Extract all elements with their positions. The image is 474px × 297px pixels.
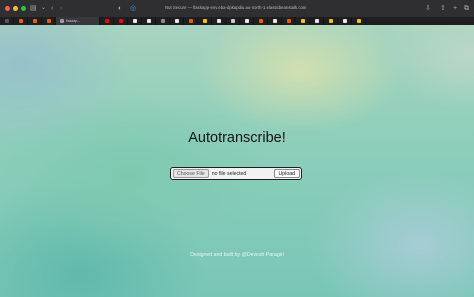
tab-bar: flaskap... [0,17,474,25]
browser-tab[interactable] [184,17,198,25]
window-controls [5,6,26,11]
browser-tab[interactable] [28,17,42,25]
address-bar[interactable]: Not Secure — flaskapp-env.eba-dpkapdiu.a… [165,5,306,10]
browser-tab-title: flaskap... [66,19,81,23]
browser-tab[interactable] [42,17,56,25]
firefox-icon [32,19,37,23]
firefox-icon [18,19,23,23]
tab-icon [188,19,193,23]
tab-icon [146,19,151,23]
browser-tab[interactable] [0,17,14,25]
tab-icon [258,19,263,23]
browser-tab[interactable] [296,17,310,25]
browser-tab[interactable] [226,17,240,25]
tab-icon [286,19,291,23]
tab-icon [272,19,277,23]
shield-icon[interactable]: ◐ [118,5,122,12]
page-icon [60,19,64,23]
browser-tab[interactable] [268,17,282,25]
tab-overview-icon[interactable]: ⧉ [464,5,469,12]
extension-icon[interactable]: ◎ [130,5,136,12]
browser-tab[interactable] [338,17,352,25]
tab-icon [342,19,347,23]
chevron-down-icon[interactable]: ⌄ [41,5,46,12]
tab-icon [328,19,333,23]
upload-button[interactable]: Upload [273,169,300,178]
tab-icon [160,19,165,23]
choose-file-button[interactable]: Choose File [173,169,209,178]
new-tab-icon[interactable]: + [453,5,457,12]
share-icon[interactable]: ⇧ [440,5,446,12]
browser-tab[interactable] [128,17,142,25]
page-title: Autotranscribe! [188,130,286,146]
footer-credit: Designed and built by @Devesh Paragiri [190,252,284,258]
maximize-window-button[interactable] [21,6,26,11]
firefox-icon [46,19,51,23]
youtube-icon [104,19,109,23]
download-icon[interactable]: ⇩ [425,5,431,12]
youtube-icon [118,19,123,23]
browser-tab[interactable] [282,17,296,25]
tab-icon [216,19,221,23]
browser-tab[interactable] [170,17,184,25]
tab-icon [314,19,319,23]
browser-tab[interactable] [142,17,156,25]
browser-tab[interactable] [212,17,226,25]
browser-tab[interactable] [310,17,324,25]
file-status-text: no file selected [211,170,247,177]
browser-toolbar: ▤ ⌄ ‹ › ◐ ◎ Not Secure — flaskapp-env.eb… [0,0,474,17]
browser-tab[interactable] [198,17,212,25]
sidebar-toggle-icon[interactable]: ▤ [30,5,37,12]
browser-tab[interactable] [352,17,366,25]
tab-icon [356,19,361,23]
tab-icon [202,19,207,23]
tab-icon [174,19,179,23]
browser-tab[interactable] [114,17,128,25]
upload-form: Choose File no file selected Upload [170,167,302,180]
back-icon[interactable]: ‹ [51,5,53,12]
minimize-window-button[interactable] [13,6,18,11]
browser-tab[interactable] [100,17,114,25]
forward-icon[interactable]: › [60,5,62,12]
browser-tab[interactable] [156,17,170,25]
close-window-button[interactable] [5,6,10,11]
tab-icon [230,19,235,23]
browser-tab[interactable] [240,17,254,25]
dark-tab-icon [4,19,9,23]
tab-icon [300,19,305,23]
tab-icon [132,19,137,23]
browser-tab[interactable]: flaskap... [56,17,100,25]
page-viewport: Autotranscribe! Choose File no file sele… [0,25,474,297]
browser-tab[interactable] [324,17,338,25]
browser-tab[interactable] [254,17,268,25]
tab-icon [244,19,249,23]
browser-tab[interactable] [14,17,28,25]
